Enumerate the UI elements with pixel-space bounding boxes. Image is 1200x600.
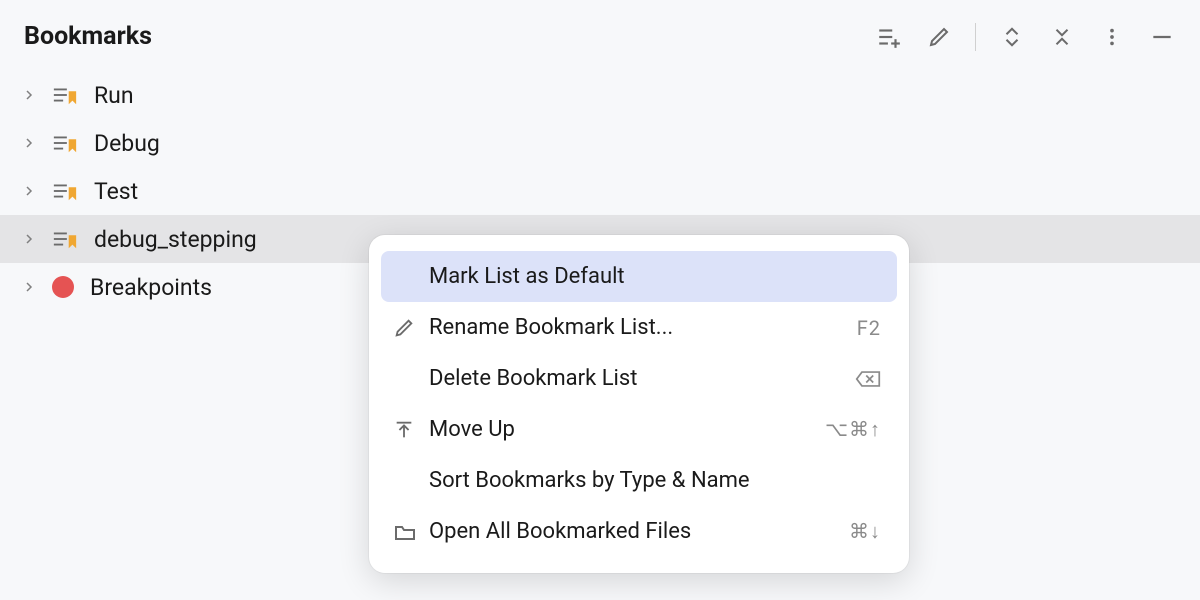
- menu-item-shortcut: F2: [857, 316, 881, 340]
- menu-item-rename[interactable]: Rename Bookmark List... F2: [381, 302, 897, 353]
- tree-item[interactable]: Run: [0, 71, 1200, 119]
- chevron-right-icon[interactable]: [22, 233, 36, 245]
- context-menu: Mark List as Default Rename Bookmark Lis…: [369, 235, 909, 573]
- tree-item-label: Test: [94, 178, 138, 205]
- arrow-up-icon: [393, 419, 429, 441]
- menu-item-move-up[interactable]: Move Up ⌥⌘↑: [381, 404, 897, 455]
- add-list-icon[interactable]: [875, 23, 903, 51]
- menu-item-delete[interactable]: Delete Bookmark List: [381, 353, 897, 404]
- panel-header: Bookmarks: [0, 0, 1200, 71]
- menu-item-label: Open All Bookmarked Files: [429, 519, 849, 544]
- delete-icon: [855, 369, 881, 389]
- up-down-icon[interactable]: [998, 23, 1026, 51]
- folder-icon: [393, 521, 429, 543]
- tree-item[interactable]: Debug: [0, 119, 1200, 167]
- breakpoint-icon: [52, 276, 74, 298]
- menu-item-label: Rename Bookmark List...: [429, 315, 857, 340]
- pencil-icon: [393, 317, 429, 339]
- minimize-icon[interactable]: [1148, 23, 1176, 51]
- collapse-icon[interactable]: [1048, 23, 1076, 51]
- tree-item[interactable]: Test: [0, 167, 1200, 215]
- more-icon[interactable]: [1098, 23, 1126, 51]
- bookmark-list-icon: [52, 227, 78, 251]
- chevron-right-icon[interactable]: [22, 185, 36, 197]
- chevron-right-icon[interactable]: [22, 137, 36, 149]
- bookmark-list-icon: [52, 83, 78, 107]
- bookmark-list-icon: [52, 179, 78, 203]
- tree-item-label: debug_stepping: [94, 226, 257, 253]
- menu-item-shortcut: ⌥⌘↑: [825, 417, 881, 442]
- tree-item-label: Run: [94, 82, 134, 109]
- menu-item-shortcut: ⌘↓: [849, 519, 881, 544]
- menu-item-sort[interactable]: Sort Bookmarks by Type & Name: [381, 455, 897, 506]
- chevron-right-icon[interactable]: [22, 89, 36, 101]
- toolbar-separator: [975, 23, 976, 51]
- panel-title: Bookmarks: [24, 22, 152, 51]
- menu-item-label: Mark List as Default: [429, 264, 881, 289]
- panel-toolbar: [875, 23, 1176, 51]
- tree-item-label: Breakpoints: [90, 274, 212, 301]
- chevron-right-icon[interactable]: [22, 281, 36, 293]
- menu-item-label: Delete Bookmark List: [429, 366, 855, 391]
- bookmark-list-icon: [52, 131, 78, 155]
- tree-item-label: Debug: [94, 130, 160, 157]
- menu-item-mark-default[interactable]: Mark List as Default: [381, 251, 897, 302]
- edit-icon[interactable]: [925, 23, 953, 51]
- menu-item-label: Move Up: [429, 417, 825, 442]
- menu-item-label: Sort Bookmarks by Type & Name: [429, 468, 881, 493]
- menu-item-open-all[interactable]: Open All Bookmarked Files ⌘↓: [381, 506, 897, 557]
